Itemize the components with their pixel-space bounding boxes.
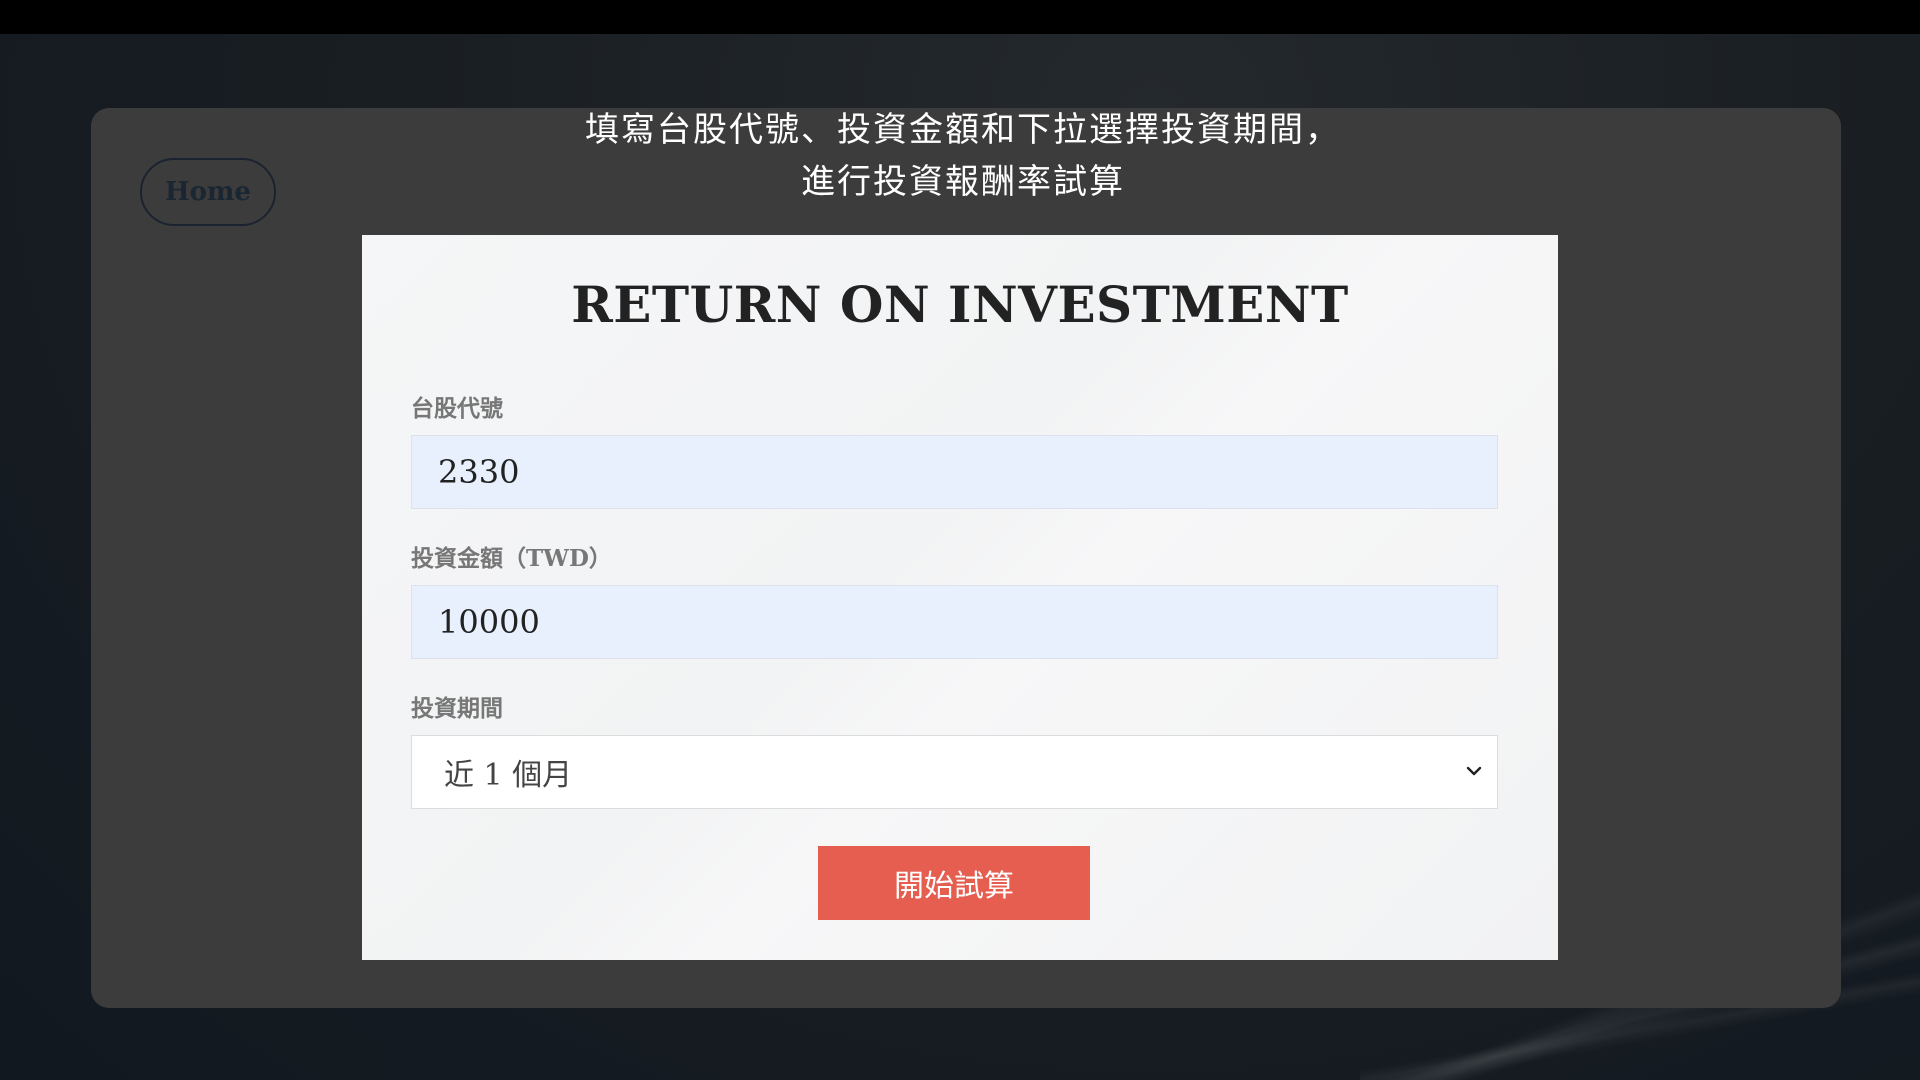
- home-button[interactable]: Home: [140, 158, 276, 226]
- period-selected-value: 近 1 個月: [444, 758, 573, 793]
- period-select[interactable]: 近 1 個月: [411, 735, 1498, 809]
- amount-label: 投資金額（TWD）: [411, 545, 612, 572]
- start-calculation-button[interactable]: 開始試算: [818, 846, 1090, 920]
- top-bar: [0, 0, 1920, 34]
- period-label: 投資期間: [411, 695, 503, 722]
- roi-form-card: RETURN ON INVESTMENT 台股代號 投資金額（TWD） 投資期間…: [362, 235, 1558, 960]
- form-title: RETURN ON INVESTMENT: [571, 275, 1349, 334]
- stock-code-label: 台股代號: [411, 395, 503, 422]
- amount-input[interactable]: [411, 585, 1498, 659]
- intro-text: 填寫台股代號、投資金額和下拉選擇投資期間， 進行投資報酬率試算: [363, 104, 1563, 208]
- intro-line-1: 填寫台股代號、投資金額和下拉選擇投資期間，: [585, 110, 1341, 150]
- stock-code-input[interactable]: [411, 435, 1498, 509]
- chevron-down-icon: [1466, 766, 1482, 776]
- intro-line-2: 進行投資報酬率試算: [801, 162, 1125, 202]
